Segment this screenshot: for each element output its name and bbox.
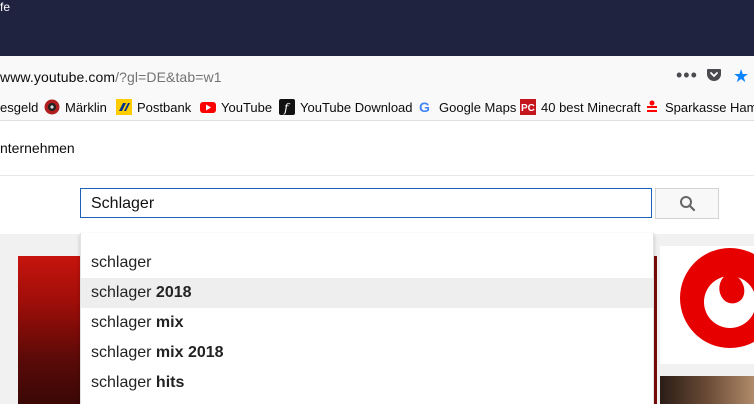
search-button[interactable] bbox=[655, 188, 719, 219]
bookmark-item[interactable]: Sparkasse Hameln bbox=[644, 99, 754, 115]
postbank-icon bbox=[116, 99, 132, 115]
suggestion-suffix: 2018 bbox=[155, 284, 192, 301]
suggestion-suffix: mix bbox=[155, 314, 184, 331]
f-icon: f bbox=[279, 99, 295, 115]
suggestion-suffix: mix 2018 bbox=[155, 344, 224, 361]
youtube-header: nternehmen bbox=[0, 121, 754, 176]
suggestion-suffix: hits bbox=[155, 374, 185, 391]
search-input[interactable]: Schlager bbox=[80, 188, 652, 218]
star-icon[interactable]: ★ bbox=[733, 66, 749, 87]
bookmark-label: 40 best Minecraft bbox=[541, 99, 641, 115]
bookmark-item[interactable]: YouTube bbox=[200, 99, 272, 115]
nav-link-unternehmen[interactable]: nternehmen bbox=[0, 140, 75, 156]
window-title: fe bbox=[0, 0, 11, 14]
window-titlebar: fe bbox=[0, 0, 754, 56]
suggestion-prefix: schlager bbox=[91, 314, 156, 331]
search-suggestions-dropdown: schlager schlager 2018 schlager mix schl… bbox=[80, 233, 654, 404]
bookmark-item[interactable]: esgeld bbox=[0, 99, 38, 115]
pocket-icon[interactable] bbox=[706, 67, 722, 88]
bookmark-item[interactable]: G Google Maps bbox=[418, 99, 516, 115]
bookmark-item[interactable]: f YouTube Download bbox=[279, 99, 413, 115]
bookmark-item[interactable]: PC 40 best Minecraft bbox=[520, 99, 641, 115]
sparkasse-icon bbox=[644, 99, 660, 115]
suggestion-item[interactable]: schlager mix bbox=[81, 308, 653, 338]
search-icon bbox=[679, 195, 696, 217]
bookmark-label: Postbank bbox=[137, 99, 192, 115]
suggestion-prefix: schlager bbox=[91, 254, 152, 271]
bookmark-item[interactable]: Märklin bbox=[44, 99, 107, 115]
bookmark-label: Sparkasse Hameln bbox=[665, 99, 754, 115]
search-row: Schlager bbox=[0, 176, 754, 234]
suggestion-prefix: schlager bbox=[91, 284, 156, 301]
suggestion-item[interactable]: schlager bbox=[81, 248, 653, 278]
suggestion-prefix: schlager bbox=[91, 344, 156, 361]
bookmark-label: esgeld bbox=[0, 99, 39, 115]
vodafone-logo-icon bbox=[680, 248, 754, 348]
suggestion-prefix: schlager bbox=[91, 374, 156, 391]
url-host: www.youtube.com bbox=[0, 69, 116, 85]
pc-icon: PC bbox=[520, 99, 536, 115]
youtube-icon bbox=[200, 99, 216, 115]
address-bar[interactable]: www.youtube.com/?gl=DE&tab=w1 ••• ★ bbox=[0, 56, 754, 95]
bookmark-item[interactable]: Postbank bbox=[116, 99, 191, 115]
suggestion-item[interactable]: schlager hits bbox=[81, 368, 653, 398]
bookmark-label: YouTube bbox=[221, 99, 273, 115]
bookmark-label: Google Maps bbox=[439, 99, 517, 115]
suggestion-item[interactable]: schlager 2018 bbox=[81, 278, 653, 308]
svg-text:PC: PC bbox=[521, 103, 535, 114]
suggestion-item[interactable]: schlager mix 2018 bbox=[81, 338, 653, 368]
url-path: /?gl=DE&tab=w1 bbox=[115, 69, 222, 85]
video-thumbnail[interactable] bbox=[660, 376, 754, 404]
more-dots-icon[interactable]: ••• bbox=[676, 65, 698, 86]
url-text[interactable]: www.youtube.com/?gl=DE&tab=w1 bbox=[0, 69, 222, 85]
video-thumbnail[interactable] bbox=[18, 256, 80, 404]
vodafone-ad[interactable] bbox=[660, 246, 754, 364]
google-icon: G bbox=[418, 99, 434, 115]
bookmarks-toolbar: esgeld Märklin Postbank YouTube f YouTub… bbox=[0, 94, 754, 121]
bookmark-label: YouTube Download bbox=[300, 99, 413, 115]
svg-text:G: G bbox=[419, 99, 430, 115]
bookmark-label: Märklin bbox=[65, 99, 107, 115]
marklin-icon bbox=[44, 99, 60, 115]
